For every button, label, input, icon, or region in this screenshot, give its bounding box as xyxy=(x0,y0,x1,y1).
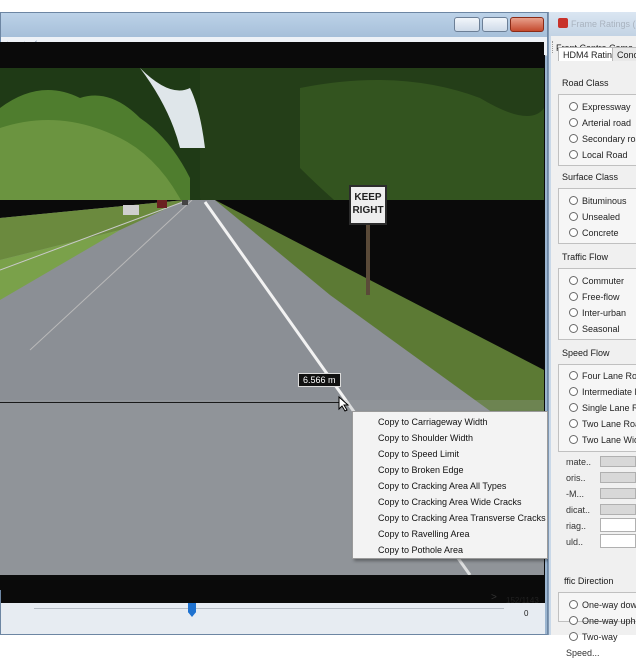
minimize-button[interactable] xyxy=(454,17,480,32)
video-title-bar xyxy=(1,13,547,37)
menu-item-pothole-area[interactable]: Copy to Pothole Area xyxy=(354,542,546,558)
letterbox-bottom xyxy=(0,575,544,590)
speed-label: Speed... xyxy=(566,648,600,658)
menu-item-broken-edge[interactable]: Copy to Broken Edge xyxy=(354,462,546,478)
radio-single-lane-road[interactable]: Single Lane Ro xyxy=(569,403,636,413)
field-indicator[interactable] xyxy=(600,504,636,515)
close-button[interactable] xyxy=(510,17,544,32)
ratings-title: Frame Ratings (F xyxy=(571,19,636,29)
menu-item-cracking-transverse[interactable]: Copy to Cracking Area Transverse Cracks xyxy=(354,510,546,526)
surface-class-label: Surface Class xyxy=(562,172,619,182)
maximize-button[interactable] xyxy=(482,17,508,32)
radio-bituminous[interactable]: Bituminous xyxy=(569,196,627,206)
sign-post xyxy=(366,225,370,295)
radio-unsealed[interactable]: Unsealed xyxy=(569,212,620,222)
field-carriageway[interactable] xyxy=(600,518,636,532)
field-label-horizontal: oris.. xyxy=(566,473,586,483)
context-menu: Copy to Carriageway Width Copy to Should… xyxy=(352,411,548,559)
menu-item-ravelling-area[interactable]: Copy to Ravelling Area xyxy=(354,526,546,542)
field-horizontal[interactable] xyxy=(600,472,636,483)
radio-two-lane-wide[interactable]: Two Lane Wide xyxy=(569,435,636,445)
road-class-label: Road Class xyxy=(562,78,609,88)
menu-item-cracking-wide[interactable]: Copy to Cracking Area Wide Cracks xyxy=(354,494,546,510)
traffic-direction-label: ffic Direction xyxy=(564,576,614,586)
frame-sub-counter: 0 xyxy=(524,609,529,618)
sign-text-line1: KEEP xyxy=(354,192,382,203)
sign-text-line2: RIGHT xyxy=(352,205,384,216)
field-label-carriageway: riag.. xyxy=(566,521,587,531)
field-label-shoulder: uld.. xyxy=(566,537,584,547)
app-icon xyxy=(558,18,568,28)
field-shoulder[interactable] xyxy=(600,534,636,548)
field-m[interactable] xyxy=(600,488,636,499)
radio-free-flow[interactable]: Free-flow xyxy=(569,292,620,302)
menu-item-shoulder-width[interactable]: Copy to Shoulder Width xyxy=(354,430,546,446)
measurement-line[interactable] xyxy=(0,402,345,403)
toolbar-grip xyxy=(552,41,554,53)
radio-intermediate-road[interactable]: Intermediate Ro xyxy=(569,387,636,397)
radio-two-way[interactable]: Two-way xyxy=(569,632,618,642)
radio-arterial-road[interactable]: Arterial road xyxy=(569,118,631,128)
field-label-climate: mate.. xyxy=(566,457,592,467)
next-frame-icon[interactable]: > xyxy=(491,592,497,603)
tab-concrete[interactable]: Conc xyxy=(612,47,636,61)
menu-item-carriageway-width[interactable]: Copy to Carriageway Width xyxy=(354,414,546,430)
field-label-indicator: dicat.. xyxy=(566,505,591,515)
speed-flow-label: Speed Flow xyxy=(562,348,610,358)
traffic-flow-label: Traffic Flow xyxy=(562,252,609,262)
radio-two-lane-road[interactable]: Two Lane Road xyxy=(569,419,636,429)
radio-one-way-uphill[interactable]: One-way uphill xyxy=(569,616,636,626)
menu-item-speed-limit[interactable]: Copy to Speed Limit xyxy=(354,446,546,462)
radio-inter-urban[interactable]: Inter-urban xyxy=(569,308,626,318)
radio-seasonal[interactable]: Seasonal xyxy=(569,324,620,334)
menu-item-cracking-all[interactable]: Copy to Cracking Area All Types xyxy=(354,478,546,494)
radio-commuter[interactable]: Commuter xyxy=(569,276,624,286)
radio-secondary-road[interactable]: Secondary road xyxy=(569,134,636,144)
field-label-m: -M... xyxy=(566,489,584,499)
timeline-track[interactable] xyxy=(34,608,504,609)
field-climate[interactable] xyxy=(600,456,636,467)
letterbox-top xyxy=(0,42,544,68)
radio-four-lane-road[interactable]: Four Lane Road xyxy=(569,371,636,381)
radio-concrete[interactable]: Concrete xyxy=(569,228,619,238)
measurement-label: 6.566 m xyxy=(298,373,341,387)
radio-local-road[interactable]: Local Road xyxy=(569,150,628,160)
mouse-cursor-icon xyxy=(338,396,350,412)
keep-right-sign: KEEP RIGHT xyxy=(349,185,387,225)
frame-counter: 152/1143 xyxy=(506,596,539,605)
radio-expressway[interactable]: Expressway xyxy=(569,102,631,112)
radio-one-way-downhill[interactable]: One-way downhi xyxy=(569,600,636,610)
